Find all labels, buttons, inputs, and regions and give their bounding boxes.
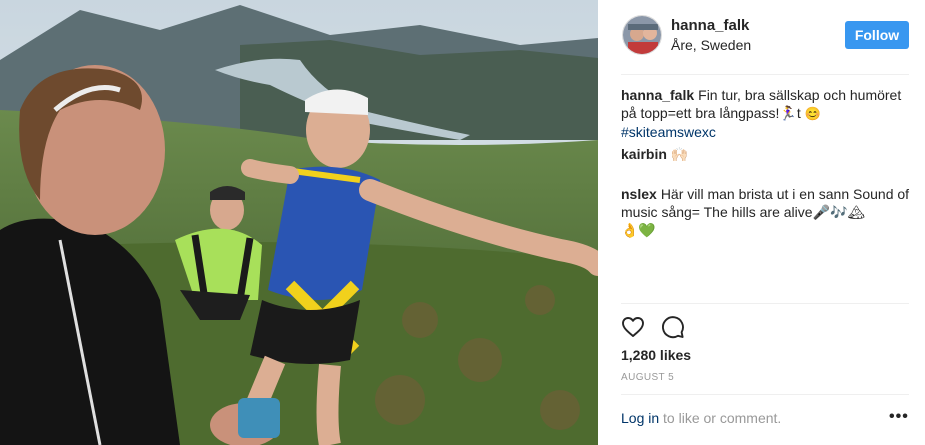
post-header: hanna_falk Åre, Sweden Follow — [598, 0, 925, 74]
caption: hanna_falk Fin tur, bra sällskap och humö… — [621, 86, 911, 141]
likes-count[interactable]: 1,280 likes — [621, 347, 691, 363]
post-username[interactable]: hanna_falk — [671, 17, 749, 34]
caption-hashtag[interactable]: #skiteamswexc — [621, 124, 716, 140]
comment-username[interactable]: nslex — [621, 186, 657, 202]
comment-item: kairbin 🙌🏻 — [621, 145, 911, 163]
post-date: AUGUST 5 — [621, 372, 675, 383]
heart-icon[interactable] — [621, 315, 645, 339]
avatar-image — [623, 16, 661, 54]
comment-icon[interactable] — [661, 315, 685, 339]
login-suffix: to like or comment. — [659, 410, 782, 426]
comments-list: hanna_falk Fin tur, bra sällskap och humö… — [621, 86, 911, 243]
footer-divider — [621, 394, 909, 395]
caption-username[interactable]: hanna_falk — [621, 87, 694, 103]
post-location[interactable]: Åre, Sweden — [671, 37, 751, 53]
follow-button[interactable]: Follow — [845, 21, 909, 49]
header-divider — [621, 74, 909, 75]
login-link[interactable]: Log in — [621, 410, 659, 426]
avatar[interactable] — [622, 15, 662, 55]
login-prompt: Log in to like or comment. — [621, 410, 781, 426]
action-bar — [621, 315, 685, 339]
comment-username[interactable]: kairbin — [621, 146, 667, 162]
post-panel: hanna_falk Åre, Sweden Follow hanna_falk… — [598, 0, 925, 445]
actions-divider — [621, 303, 909, 304]
smile-emoji: 😊 — [804, 106, 821, 121]
comment-item: nslex Här vill man brista ut i en sann So… — [621, 167, 911, 239]
more-icon[interactable]: ••• — [889, 409, 909, 425]
comment-text: 🙌🏻 — [670, 146, 689, 162]
comment-text: Här vill man brista ut i en sann Sound o… — [621, 186, 910, 238]
post-photo — [0, 0, 598, 445]
